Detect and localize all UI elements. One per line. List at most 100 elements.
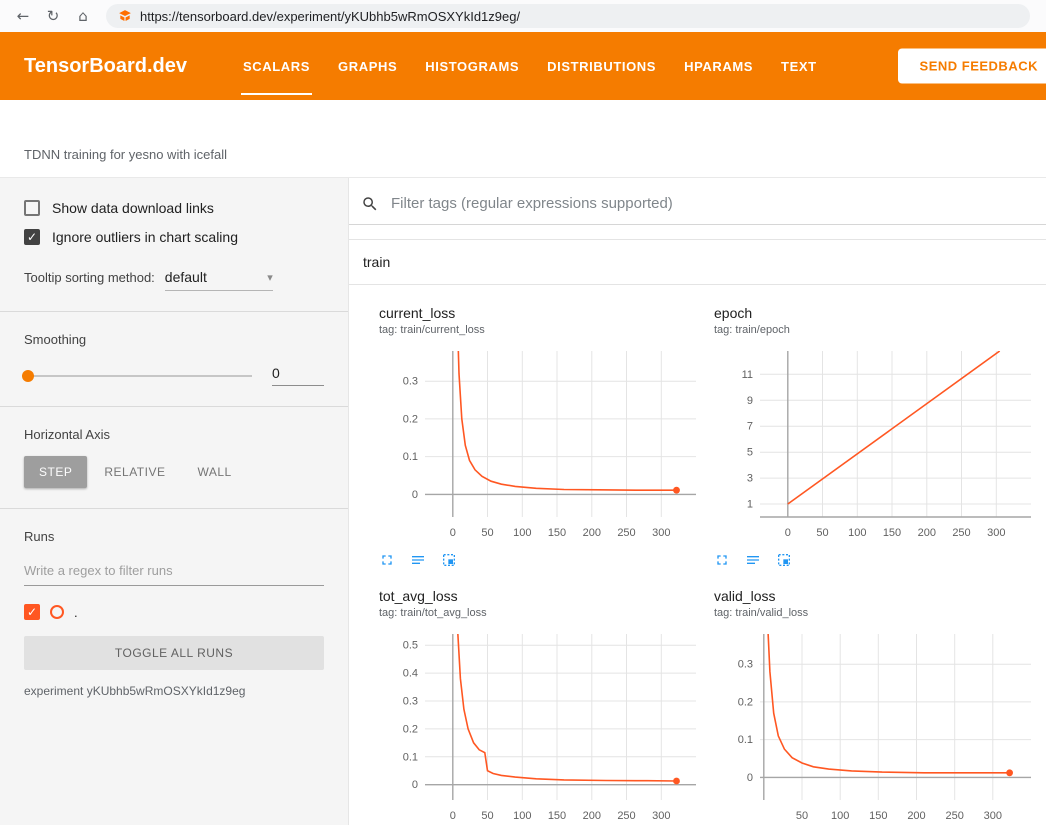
- tab-text[interactable]: TEXT: [767, 32, 831, 100]
- tensorboard-favicon: [118, 9, 132, 23]
- chart-valid-loss: valid_loss tag: train/valid_loss 5010015…: [714, 588, 1039, 825]
- svg-text:300: 300: [652, 527, 670, 539]
- tooltip-sorting-row: Tooltip sorting method: default ▾: [24, 269, 324, 291]
- svg-text:50: 50: [796, 810, 808, 822]
- divider: [0, 406, 348, 407]
- svg-text:0: 0: [747, 772, 753, 784]
- svg-text:250: 250: [952, 527, 970, 539]
- smoothing-slider[interactable]: [24, 375, 252, 377]
- toggle-all-runs-button[interactable]: TOGGLE ALL RUNS: [24, 636, 324, 670]
- expand-chart-icon[interactable]: [379, 552, 395, 568]
- nav-tabs: SCALARS GRAPHS HISTOGRAMS DISTRIBUTIONS …: [229, 32, 831, 100]
- tag-filter-row: [349, 178, 1046, 225]
- home-icon[interactable]: ⌂: [70, 0, 96, 32]
- svg-text:100: 100: [513, 810, 531, 822]
- line-chart[interactable]: 05010015020025030000.10.20.30.40.5: [379, 628, 704, 825]
- svg-text:200: 200: [583, 810, 601, 822]
- svg-text:0.1: 0.1: [738, 734, 753, 746]
- ignore-outliers-label: Ignore outliers in chart scaling: [52, 229, 238, 245]
- chart-tot-avg-loss: tot_avg_loss tag: train/tot_avg_loss 050…: [379, 588, 704, 825]
- tab-distributions[interactable]: DISTRIBUTIONS: [533, 32, 670, 100]
- experiment-title-strip: TDNN training for yesno with icefall: [0, 100, 1046, 178]
- back-icon[interactable]: ←: [10, 0, 36, 32]
- smoothing-slider-thumb[interactable]: [22, 370, 34, 382]
- svg-text:250: 250: [617, 527, 635, 539]
- show-download-checkbox[interactable]: [24, 200, 40, 216]
- svg-text:9: 9: [747, 395, 753, 407]
- run-checkbox[interactable]: ✓: [24, 604, 40, 620]
- tag-group-title[interactable]: train: [349, 240, 1046, 285]
- axis-step-button[interactable]: STEP: [24, 456, 87, 488]
- svg-text:150: 150: [869, 810, 887, 822]
- charts-grid: current_loss tag: train/current_loss 050…: [349, 285, 1046, 825]
- chart-tag: tag: train/current_loss: [379, 324, 704, 336]
- tensorboard-logo[interactable]: TensorBoard.dev: [24, 32, 187, 100]
- svg-text:300: 300: [984, 810, 1002, 822]
- run-color-solo-icon[interactable]: [50, 605, 64, 619]
- svg-text:0.3: 0.3: [738, 659, 753, 671]
- tab-hparams[interactable]: HPARAMS: [670, 32, 767, 100]
- svg-text:50: 50: [816, 527, 828, 539]
- divider: [0, 508, 348, 509]
- svg-text:200: 200: [918, 527, 936, 539]
- line-chart[interactable]: 05010015020025030000.10.20.3: [379, 345, 704, 545]
- line-chart[interactable]: 50 100 150 200 250 300 0 0.1 0.2 0.3: [714, 628, 1039, 825]
- tooltip-sorting-select[interactable]: default ▾: [165, 269, 273, 291]
- svg-text:150: 150: [548, 810, 566, 822]
- chart-title: tot_avg_loss: [379, 588, 704, 604]
- svg-text:250: 250: [946, 810, 964, 822]
- search-icon: [361, 195, 379, 213]
- address-bar[interactable]: https://tensorboard.dev/experiment/yKUbh…: [106, 4, 1030, 28]
- expand-chart-icon[interactable]: [714, 552, 730, 568]
- axis-wall-button[interactable]: WALL: [182, 456, 246, 488]
- svg-text:0.1: 0.1: [403, 451, 418, 463]
- svg-text:150: 150: [548, 527, 566, 539]
- ignore-outliers-row: ✓ Ignore outliers in chart scaling: [24, 229, 324, 245]
- fit-domain-icon[interactable]: [776, 552, 792, 568]
- svg-text:0.2: 0.2: [403, 413, 418, 425]
- show-download-label: Show data download links: [52, 200, 214, 216]
- tab-scalars[interactable]: SCALARS: [229, 32, 324, 100]
- tab-graphs[interactable]: GRAPHS: [324, 32, 411, 100]
- chart-tag: tag: train/epoch: [714, 324, 1039, 336]
- smoothing-slider-row: 0: [24, 365, 324, 386]
- line-chart[interactable]: 0501001502002503001357911: [714, 345, 1039, 545]
- y-axis-settings-icon[interactable]: [410, 552, 426, 568]
- svg-text:0.2: 0.2: [738, 696, 753, 708]
- chart-tag: tag: train/tot_avg_loss: [379, 607, 704, 619]
- tag-filter-input[interactable]: [389, 194, 1030, 213]
- smoothing-label: Smoothing: [24, 332, 324, 347]
- divider: [0, 311, 348, 312]
- app-header: TensorBoard.dev SCALARS GRAPHS HISTOGRAM…: [0, 32, 1046, 100]
- chart-title: current_loss: [379, 305, 704, 321]
- chart-title: epoch: [714, 305, 1039, 321]
- svg-text:7: 7: [747, 421, 753, 433]
- svg-text:200: 200: [907, 810, 925, 822]
- tag-group-card: train current_loss tag: train/current_lo…: [349, 239, 1046, 825]
- svg-text:0: 0: [450, 527, 456, 539]
- y-axis-settings-icon[interactable]: [745, 552, 761, 568]
- svg-text:0: 0: [785, 527, 791, 539]
- refresh-icon[interactable]: ↻: [40, 0, 66, 32]
- svg-text:150: 150: [883, 527, 901, 539]
- svg-text:3: 3: [747, 473, 753, 485]
- experiment-id-text: experiment yKUbhb5wRmOSXYkId1z9eg: [24, 684, 324, 698]
- tab-histograms[interactable]: HISTOGRAMS: [411, 32, 533, 100]
- chevron-down-icon: ▾: [267, 271, 273, 284]
- svg-text:100: 100: [831, 810, 849, 822]
- svg-text:250: 250: [617, 810, 635, 822]
- svg-text:100: 100: [848, 527, 866, 539]
- show-download-row: Show data download links: [24, 200, 324, 216]
- smoothing-value-input[interactable]: 0: [272, 365, 324, 386]
- axis-relative-button[interactable]: RELATIVE: [89, 456, 180, 488]
- ignore-outliers-checkbox[interactable]: ✓: [24, 229, 40, 245]
- svg-text:0.3: 0.3: [403, 376, 418, 388]
- experiment-title: TDNN training for yesno with icefall: [24, 147, 227, 162]
- fit-domain-icon[interactable]: [441, 552, 457, 568]
- chart-epoch: epoch tag: train/epoch 05010015020025030…: [714, 305, 1039, 568]
- runs-label: Runs: [24, 529, 324, 544]
- svg-text:0.5: 0.5: [403, 640, 418, 652]
- runs-filter-input[interactable]: [24, 556, 324, 586]
- svg-text:0.2: 0.2: [403, 723, 418, 735]
- send-feedback-button[interactable]: SEND FEEDBACK: [898, 49, 1046, 84]
